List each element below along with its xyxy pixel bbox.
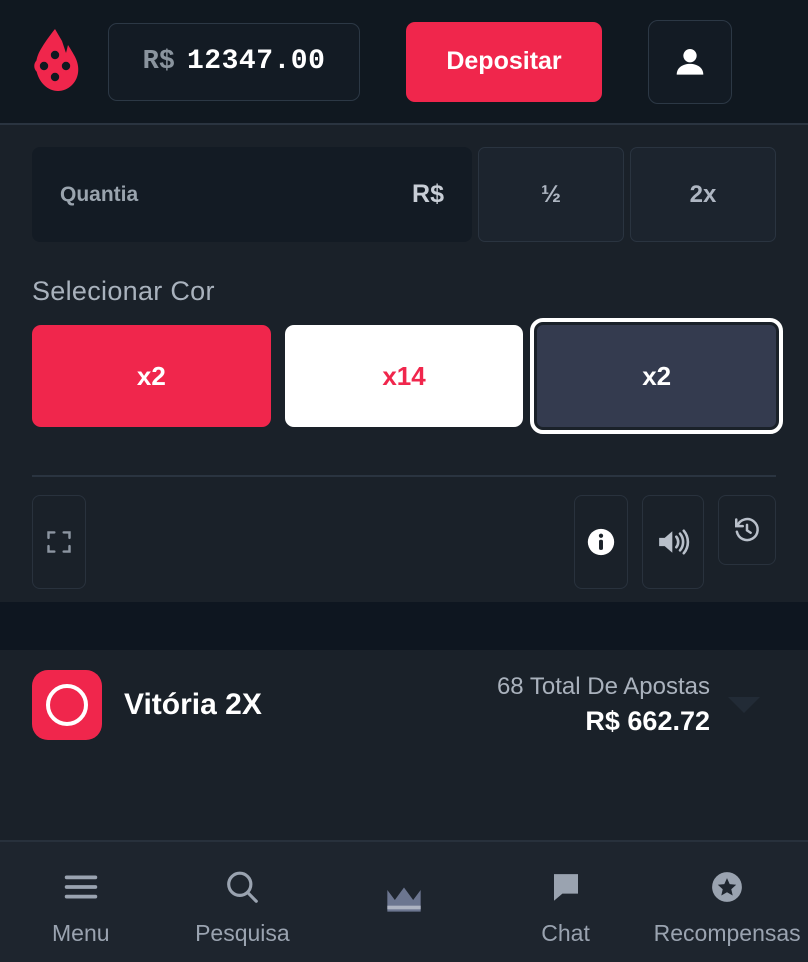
balance-value: 12347.00 <box>186 46 326 77</box>
nav-item-chat[interactable]: Chat <box>485 842 647 962</box>
info-button[interactable] <box>574 495 628 589</box>
chevron-down-icon[interactable] <box>728 697 760 713</box>
nav-label-chat: Chat <box>541 919 590 946</box>
bottom-navigation: Menu Pesquisa Chat Recompensas <box>0 840 808 962</box>
nav-item-search[interactable]: Pesquisa <box>162 842 324 962</box>
volume-on-icon <box>659 529 690 555</box>
amount-currency-suffix: R$ <box>412 180 444 208</box>
color-button-white[interactable]: x14 <box>284 325 524 427</box>
search-icon <box>223 864 261 910</box>
balance-currency: R$ <box>142 46 175 77</box>
info-icon <box>587 528 615 556</box>
nav-item-menu[interactable]: Menu <box>0 842 162 962</box>
chat-bubble-icon <box>548 864 584 910</box>
double-amount-button[interactable]: 2x <box>630 147 776 242</box>
volume-button[interactable] <box>642 495 704 589</box>
bets-count: 68 Total De Apostas <box>496 672 710 700</box>
nav-item-rewards[interactable]: Recompensas <box>646 842 808 962</box>
crown-icon <box>382 877 426 923</box>
color-button-red[interactable]: x2 <box>32 325 271 427</box>
circle-outline-icon <box>46 684 88 726</box>
fullscreen-icon <box>47 531 71 553</box>
controls-left-group <box>32 495 86 589</box>
victory-label: Vitória 2X <box>124 688 262 721</box>
nav-item-vip[interactable] <box>323 842 485 962</box>
fullscreen-button[interactable] <box>32 495 86 589</box>
nav-label-search: Pesquisa <box>195 919 290 946</box>
hamburger-menu-icon <box>61 864 101 910</box>
color-selection-row: x2 x14 x2 <box>32 318 784 434</box>
game-controls <box>0 477 808 602</box>
app-root: R$ 12347.00 Depositar Quantia R$ ½ 2x Se… <box>0 0 808 962</box>
controls-right-group <box>574 495 776 589</box>
person-icon <box>676 48 704 75</box>
amount-input-wrapper[interactable]: Quantia R$ <box>32 147 472 242</box>
bet-panel: Quantia R$ ½ 2x Selecionar Cor x2 x14 x2 <box>0 125 808 477</box>
star-circle-icon <box>708 864 746 910</box>
deposit-button[interactable]: Depositar <box>406 21 602 102</box>
select-color-title: Selecionar Cor <box>32 276 215 306</box>
amount-row: Quantia R$ ½ 2x <box>32 147 776 242</box>
history-icon <box>735 517 759 542</box>
account-button[interactable] <box>648 19 732 104</box>
nav-label-rewards: Recompensas <box>653 919 801 946</box>
bets-total: R$ 662.72 <box>585 705 710 736</box>
flame-dice-logo[interactable] <box>24 27 86 97</box>
half-amount-button[interactable]: ½ <box>478 147 624 242</box>
color-button-black[interactable]: x2 <box>530 318 784 434</box>
balance-display[interactable]: R$ 12347.00 <box>108 22 360 101</box>
top-bar: R$ 12347.00 Depositar <box>0 0 808 125</box>
history-button[interactable] <box>718 495 776 565</box>
victory-badge <box>32 670 102 740</box>
result-row[interactable]: Vitória 2X 68 Total De Apostas R$ 662.72 <box>0 650 808 760</box>
nav-label-menu: Menu <box>52 919 110 946</box>
dark-separator-band <box>0 602 808 650</box>
amount-placeholder: Quantia <box>60 182 139 206</box>
